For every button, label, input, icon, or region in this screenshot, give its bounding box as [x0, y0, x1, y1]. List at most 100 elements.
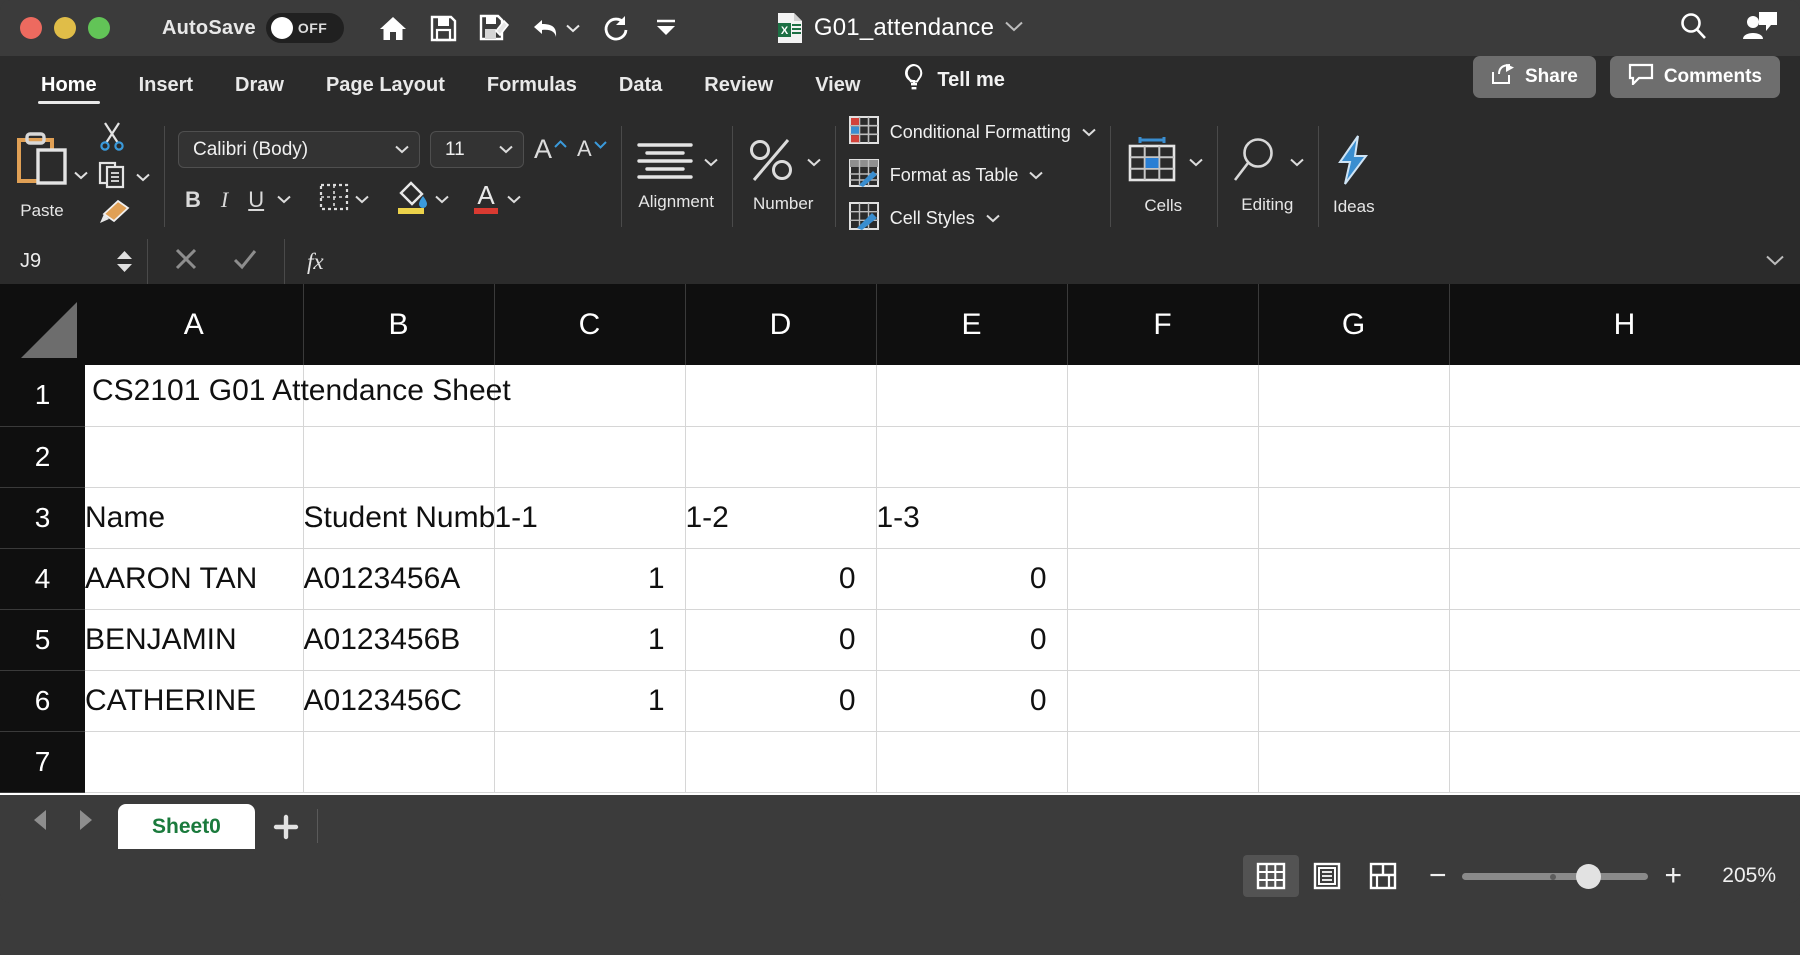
row-header-6[interactable]: 6 — [0, 670, 85, 732]
cell-f3[interactable] — [1067, 487, 1259, 549]
row-header-2[interactable]: 2 — [0, 426, 85, 488]
borders-dropdown-icon[interactable] — [355, 191, 369, 209]
underline-dropdown-icon[interactable] — [277, 191, 291, 209]
cell-a6[interactable]: CATHERINE — [85, 670, 304, 732]
cell-e1[interactable] — [876, 365, 1068, 427]
column-header-c[interactable]: C — [494, 284, 686, 365]
cells-button[interactable]: Cells — [1124, 135, 1203, 216]
cell-b7[interactable] — [303, 731, 495, 793]
cell-e4[interactable]: 0 — [876, 548, 1068, 610]
cell-d3[interactable]: 1-2 — [685, 487, 877, 549]
page-break-view-icon[interactable] — [1355, 855, 1411, 897]
redo-icon[interactable] — [602, 15, 631, 42]
column-header-g[interactable]: G — [1258, 284, 1450, 365]
cell-c5[interactable]: 1 — [494, 609, 686, 671]
cell-f1[interactable] — [1067, 365, 1259, 427]
column-header-b[interactable]: B — [303, 284, 495, 365]
cell-c4[interactable]: 1 — [494, 548, 686, 610]
font-color-icon[interactable]: A — [471, 179, 501, 220]
cell-a4[interactable]: AARON TAN — [85, 548, 304, 610]
copy-icon[interactable] — [98, 161, 128, 194]
cell-f5[interactable] — [1067, 609, 1259, 671]
cell-g7[interactable] — [1258, 731, 1450, 793]
cell-a3[interactable]: Name — [85, 487, 304, 549]
increase-font-size-button[interactable]: A — [534, 136, 567, 163]
cell-styles-button[interactable]: Cell Styles — [848, 202, 1096, 235]
decrease-font-size-button[interactable]: A — [577, 137, 607, 161]
cell-g1[interactable] — [1258, 365, 1450, 427]
paste-dropdown-icon[interactable] — [74, 167, 88, 185]
alignment-button[interactable]: Alignment — [635, 139, 718, 212]
cell-f4[interactable] — [1067, 548, 1259, 610]
document-title-dropdown-icon[interactable] — [1005, 19, 1023, 37]
ribbon-tab-view[interactable]: View — [794, 74, 881, 106]
cell-d4[interactable]: 0 — [685, 548, 877, 610]
cell-b3[interactable]: Student Number — [303, 487, 495, 549]
font-color-dropdown-icon[interactable] — [507, 191, 521, 209]
font-size-select[interactable]: 11 — [430, 131, 524, 168]
row-header-1[interactable]: 1 — [0, 365, 85, 427]
save-icon[interactable] — [430, 15, 457, 42]
customize-toolbar-icon[interactable] — [653, 18, 679, 38]
ribbon-tab-data[interactable]: Data — [598, 74, 683, 106]
column-header-f[interactable]: F — [1067, 284, 1259, 365]
cell-a7[interactable] — [85, 731, 304, 793]
ribbon-tab-home[interactable]: Home — [20, 74, 118, 106]
ribbon-tab-review[interactable]: Review — [683, 74, 794, 106]
cancel-formula-icon[interactable] — [174, 247, 198, 276]
autosave-toggle[interactable]: OFF — [265, 13, 344, 43]
cell-e7[interactable] — [876, 731, 1068, 793]
add-sheet-button[interactable] — [255, 804, 317, 849]
cell-h5[interactable] — [1449, 609, 1800, 671]
conditional-formatting-button[interactable]: Conditional Formatting — [848, 116, 1096, 149]
comments-button[interactable]: Comments — [1609, 56, 1780, 98]
format-as-table-button[interactable]: Format as Table — [848, 159, 1096, 192]
select-all-corner[interactable] — [0, 284, 85, 365]
zoom-out-button[interactable]: − — [1429, 861, 1447, 891]
page-layout-view-icon[interactable] — [1299, 855, 1355, 897]
cell-h3[interactable] — [1449, 487, 1800, 549]
cell-b6[interactable]: A0123456C — [303, 670, 495, 732]
undo-control[interactable] — [531, 15, 580, 41]
cell-e5[interactable]: 0 — [876, 609, 1068, 671]
enter-formula-icon[interactable] — [232, 247, 258, 276]
ribbon-tab-page-layout[interactable]: Page Layout — [305, 74, 466, 106]
ribbon-tab-formulas[interactable]: Formulas — [466, 74, 598, 106]
cell-b4[interactable]: A0123456A — [303, 548, 495, 610]
borders-icon[interactable] — [319, 183, 349, 216]
italic-button[interactable]: I — [214, 185, 235, 215]
spreadsheet-grid[interactable]: A B C D E F G H 1 CS2101 G01 Attendance … — [0, 284, 1800, 795]
fill-color-icon[interactable] — [395, 179, 429, 220]
cell-b2[interactable] — [303, 426, 495, 488]
cell-d5[interactable]: 0 — [685, 609, 877, 671]
zoom-slider-handle[interactable] — [1576, 863, 1602, 889]
cut-icon[interactable] — [98, 121, 126, 156]
cell-h6[interactable] — [1449, 670, 1800, 732]
cell-e3[interactable]: 1-3 — [876, 487, 1068, 549]
cell-g4[interactable] — [1258, 548, 1450, 610]
cell-a2[interactable] — [85, 426, 304, 488]
cell-c2[interactable] — [494, 426, 686, 488]
editing-button[interactable]: Editing — [1231, 136, 1304, 215]
copy-dropdown-icon[interactable] — [136, 169, 150, 187]
column-header-a[interactable]: A — [85, 284, 304, 365]
font-family-select[interactable]: Calibri (Body) — [178, 131, 420, 168]
cell-h7[interactable] — [1449, 731, 1800, 793]
cell-h4[interactable] — [1449, 548, 1800, 610]
cell-d1[interactable] — [685, 365, 877, 427]
format-painter-icon[interactable] — [98, 199, 130, 230]
row-header-7[interactable]: 7 — [0, 731, 85, 793]
row-header-3[interactable]: 3 — [0, 487, 85, 549]
row-header-5[interactable]: 5 — [0, 609, 85, 671]
cell-h2[interactable] — [1449, 426, 1800, 488]
undo-dropdown-icon[interactable] — [566, 24, 580, 33]
underline-button[interactable]: U — [241, 185, 271, 215]
sheet-tab-sheet0[interactable]: Sheet0 — [118, 804, 255, 849]
cell-c7[interactable] — [494, 731, 686, 793]
account-icon[interactable] — [1742, 11, 1778, 46]
cell-f7[interactable] — [1067, 731, 1259, 793]
tell-me-button[interactable]: Tell me — [881, 63, 1020, 106]
save-as-icon[interactable] — [479, 14, 509, 42]
next-sheet-icon[interactable] — [76, 808, 96, 837]
formula-bar-expand-icon[interactable] — [1750, 253, 1800, 271]
